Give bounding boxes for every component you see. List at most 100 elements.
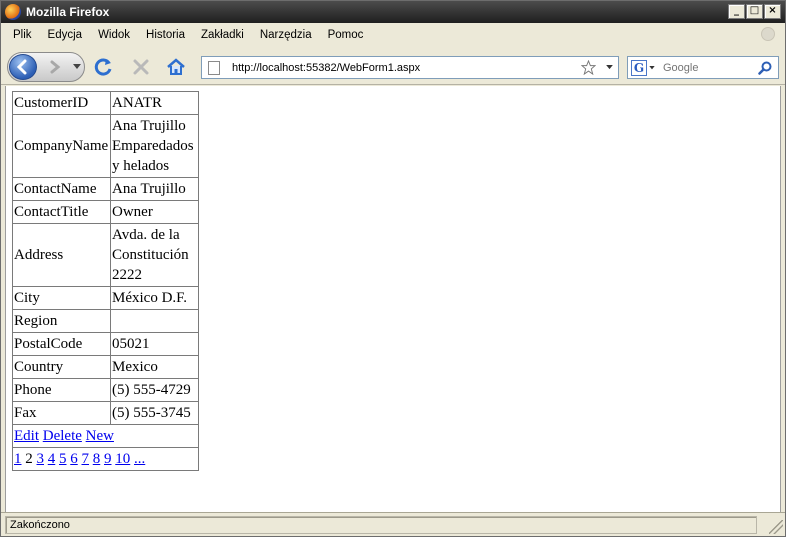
menu-narzedzia[interactable]: Narzędzia: [252, 27, 320, 43]
field-name: Country: [12, 355, 111, 379]
window-controls: _ □ ×: [728, 4, 781, 19]
command-row: Edit Delete New: [12, 424, 199, 448]
page-link-6[interactable]: 6: [70, 451, 78, 467]
field-value: Ana Trujillo: [110, 177, 199, 201]
page-link-5[interactable]: 5: [59, 451, 67, 467]
field-value: Owner: [110, 200, 199, 224]
field-value: México D.F.: [110, 286, 199, 310]
search-input[interactable]: [661, 61, 757, 74]
maximize-button[interactable]: □: [746, 4, 763, 19]
bookmark-star-button[interactable]: [580, 60, 596, 76]
edit-link[interactable]: Edit: [14, 428, 39, 444]
pager: 1 2 3 4 5 6 7 8 9 10 ...: [12, 447, 199, 471]
back-forward-group: [7, 52, 85, 82]
field-name: Phone: [12, 378, 111, 402]
current-page: 2: [25, 451, 33, 467]
field-name: ContactTitle: [12, 200, 111, 224]
table-row: Region: [12, 309, 199, 333]
back-button[interactable]: [9, 54, 37, 80]
delete-link[interactable]: Delete: [43, 428, 82, 444]
table-row: Address Avda. de la Constitución 2222: [12, 223, 199, 287]
reload-button[interactable]: [93, 56, 115, 78]
page-link-more[interactable]: ...: [134, 451, 145, 467]
table-row: Country Mexico: [12, 355, 199, 379]
page-link-10[interactable]: 10: [115, 451, 130, 467]
activity-throbber-icon: [761, 27, 775, 41]
home-button[interactable]: [165, 56, 187, 78]
menu-widok[interactable]: Widok: [90, 27, 138, 43]
menu-zakladki[interactable]: Zakładki: [193, 27, 252, 43]
table-row: ContactName Ana Trujillo: [12, 177, 199, 201]
menu-edycja[interactable]: Edycja: [40, 27, 91, 43]
firefox-logo-icon: [5, 4, 21, 20]
status-bar: Zakończono: [1, 512, 785, 536]
field-name: Fax: [12, 401, 111, 425]
search-magnifier-icon: [758, 61, 772, 75]
field-value: [110, 309, 199, 333]
field-value: (5) 555-4729: [110, 378, 199, 402]
page-link-8[interactable]: 8: [93, 451, 101, 467]
menu-bar: Plik Edycja Widok Historia Zakładki Narz…: [1, 23, 785, 47]
search-engine-dropdown[interactable]: [649, 65, 657, 70]
bookmark-star-icon: [580, 60, 596, 75]
table-row: ContactTitle Owner: [12, 200, 199, 224]
table-row: CompanyName Ana Trujillo Emparedados y h…: [12, 114, 199, 178]
back-icon: [16, 59, 27, 75]
pager-row: 1 2 3 4 5 6 7 8 9 10 ...: [12, 447, 199, 471]
search-bar: G: [627, 56, 779, 79]
chevron-down-icon: [73, 64, 81, 69]
field-value: 05021: [110, 332, 199, 356]
resize-grip-icon[interactable]: [769, 520, 783, 534]
navigation-toolbar: http://localhost:55382/WebForm1.aspx G: [1, 47, 785, 85]
url-history-dropdown[interactable]: [604, 65, 614, 70]
chevron-down-icon: [649, 65, 655, 69]
chevron-down-icon: [605, 65, 613, 70]
close-button[interactable]: ×: [764, 4, 781, 19]
table-row: CustomerID ANATR: [12, 91, 199, 115]
table-row: Phone (5) 555-4729: [12, 378, 199, 402]
field-value: Ana Trujillo Emparedados y helados: [110, 114, 199, 178]
field-name: Address: [12, 223, 111, 287]
status-text: Zakończono: [5, 515, 757, 534]
browser-window: Mozilla Firefox _ □ × Plik Edycja Widok …: [0, 0, 786, 537]
command-cell: Edit Delete New: [12, 424, 199, 448]
page-link-4[interactable]: 4: [48, 451, 56, 467]
url-text[interactable]: http://localhost:55382/WebForm1.aspx: [232, 62, 580, 74]
field-value: (5) 555-3745: [110, 401, 199, 425]
search-engine-google-icon[interactable]: G: [631, 59, 647, 76]
search-button[interactable]: [757, 60, 773, 76]
field-name: CompanyName: [12, 114, 111, 178]
page-link-9[interactable]: 9: [104, 451, 112, 467]
minimize-button[interactable]: _: [728, 4, 745, 19]
menu-historia[interactable]: Historia: [138, 27, 193, 43]
window-title: Mozilla Firefox: [26, 5, 110, 19]
menu-plik[interactable]: Plik: [5, 27, 40, 43]
field-name: ContactName: [12, 177, 111, 201]
stop-button[interactable]: [130, 56, 152, 78]
table-row: Fax (5) 555-3745: [12, 401, 199, 425]
history-dropdown-button[interactable]: [72, 62, 82, 72]
field-value: Avda. de la Constitución 2222: [110, 223, 199, 287]
field-name: CustomerID: [12, 91, 111, 115]
home-icon: [167, 58, 185, 75]
table-row: PostalCode 05021: [12, 332, 199, 356]
menu-pomoc[interactable]: Pomoc: [320, 27, 372, 43]
page-content: CustomerID ANATR CompanyName Ana Trujill…: [5, 86, 781, 512]
page-link-3[interactable]: 3: [37, 451, 45, 467]
field-value: ANATR: [110, 91, 199, 115]
title-bar[interactable]: Mozilla Firefox _ □ ×: [1, 1, 785, 23]
page-link-7[interactable]: 7: [82, 451, 90, 467]
field-value: Mexico: [110, 355, 199, 379]
field-name: City: [12, 286, 111, 310]
forward-button[interactable]: [44, 57, 66, 77]
field-name: Region: [12, 309, 111, 333]
field-name: PostalCode: [12, 332, 111, 356]
forward-icon: [50, 60, 61, 74]
customer-details-view: CustomerID ANATR CompanyName Ana Trujill…: [12, 91, 199, 471]
page-link-1[interactable]: 1: [14, 451, 22, 467]
page-icon: [208, 60, 220, 75]
stop-icon: [133, 59, 149, 75]
new-link[interactable]: New: [86, 428, 114, 444]
address-bar[interactable]: http://localhost:55382/WebForm1.aspx: [201, 56, 619, 79]
reload-icon: [94, 58, 112, 76]
